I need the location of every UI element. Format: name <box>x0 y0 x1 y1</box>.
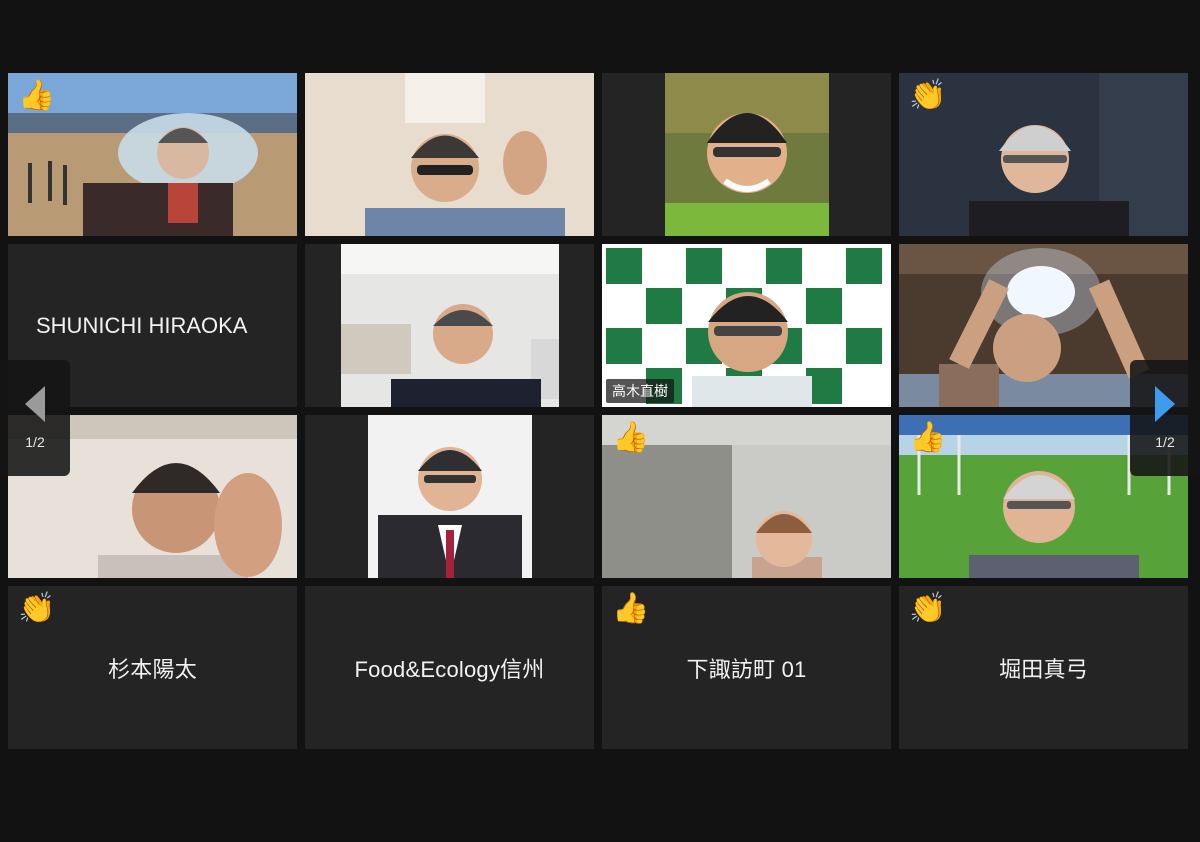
participant-tile-10[interactable] <box>305 415 594 578</box>
participant-tile-4[interactable]: 👏 <box>899 73 1188 236</box>
participant-tile-3[interactable] <box>602 73 891 236</box>
arrow-right-icon <box>1155 386 1175 422</box>
gallery-view: 👍 👏 SHUNICHI HIRAOKA 高木直樹 👍 👍 👏 杉本陽太 Foo… <box>0 0 1200 842</box>
participant-tile-1[interactable]: 👍 <box>8 73 297 236</box>
participant-name-14: Food&Ecology信州 <box>354 656 545 682</box>
participant-name-15: 下諏訪町 01 <box>686 656 807 682</box>
participant-grid: 👍 👏 SHUNICHI HIRAOKA 高木直樹 👍 👍 👏 杉本陽太 Foo… <box>8 73 1190 749</box>
thumbs-up-icon: 👍 <box>909 420 947 455</box>
participant-video-10 <box>367 415 532 578</box>
participant-name-16: 堀田真弓 <box>999 656 1088 682</box>
page-indicator-left: 1/2 <box>25 434 45 450</box>
participant-video-2 <box>305 73 594 236</box>
previous-page-button[interactable]: 1/2 <box>0 360 70 476</box>
participant-tile-7[interactable]: 高木直樹 <box>602 244 891 407</box>
participant-tile-16[interactable]: 👏 堀田真弓 <box>899 586 1188 749</box>
clapping-hands-icon: 👏 <box>909 78 947 113</box>
participant-video-3 <box>664 73 829 236</box>
participant-tile-6[interactable] <box>305 244 594 407</box>
thumbs-up-icon: 👍 <box>612 420 650 455</box>
participant-tile-15[interactable]: 👍 下諏訪町 01 <box>602 586 891 749</box>
participant-name-7: 高木直樹 <box>606 379 674 403</box>
participant-video-6 <box>340 244 559 407</box>
page-indicator-right: 1/2 <box>1155 434 1175 450</box>
participant-tile-11[interactable]: 👍 <box>602 415 891 578</box>
thumbs-up-icon: 👍 <box>18 78 56 113</box>
participant-name-13: 杉本陽太 <box>108 656 197 682</box>
arrow-left-icon <box>25 386 45 422</box>
participant-tile-13[interactable]: 👏 杉本陽太 <box>8 586 297 749</box>
participant-tile-14[interactable]: Food&Ecology信州 <box>305 586 594 749</box>
participant-tile-2[interactable] <box>305 73 594 236</box>
next-page-button[interactable]: 1/2 <box>1130 360 1200 476</box>
